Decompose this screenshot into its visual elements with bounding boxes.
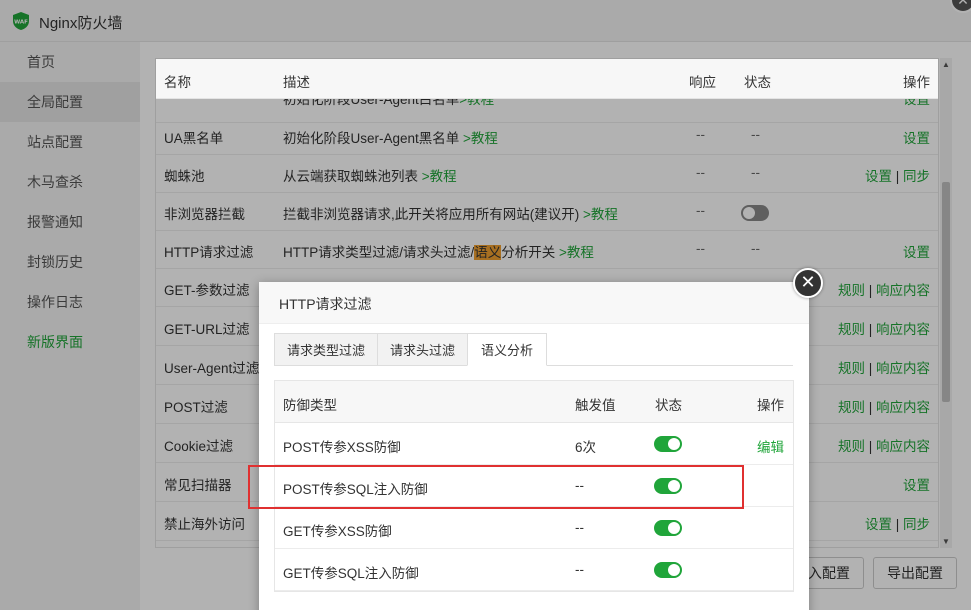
edit-link[interactable]: 编辑: [757, 436, 784, 456]
modal-close-icon[interactable]: ✕: [793, 268, 823, 298]
tab-semantic-analysis[interactable]: 语义分析: [467, 333, 547, 366]
table-header: 名称 描述 响应 状态 操作: [156, 59, 938, 99]
defense-table-header: 防御类型 触发值 状态 操作: [275, 381, 793, 423]
http-filter-modal: HTTP请求过滤 请求类型过滤 请求头过滤 语义分析 防御类型 触发值 状态 操…: [259, 282, 809, 610]
tab-request-header-filter[interactable]: 请求头过滤: [377, 333, 468, 366]
header-resp: 响应: [689, 75, 716, 90]
header-desc: 描述: [283, 75, 310, 90]
table-row: GET传参XSS防御 --: [275, 507, 793, 549]
header-state: 状态: [744, 75, 771, 90]
header-name: 名称: [164, 75, 191, 90]
modal-header: HTTP请求过滤: [259, 282, 809, 324]
modal-title: HTTP请求过滤: [279, 296, 372, 312]
get-xss-toggle[interactable]: [654, 520, 682, 536]
tab-request-type-filter[interactable]: 请求类型过滤: [274, 333, 378, 366]
annotation-highlight-box: [248, 465, 744, 509]
header-op: 操作: [903, 75, 930, 90]
post-xss-toggle[interactable]: [654, 436, 682, 452]
get-sql-injection-toggle[interactable]: [654, 562, 682, 578]
table-row: GET传参SQL注入防御 --: [275, 549, 793, 591]
table-row: POST传参XSS防御 6次 编辑: [275, 423, 793, 465]
modal-tabs: 请求类型过滤 请求头过滤 语义分析: [274, 333, 793, 366]
